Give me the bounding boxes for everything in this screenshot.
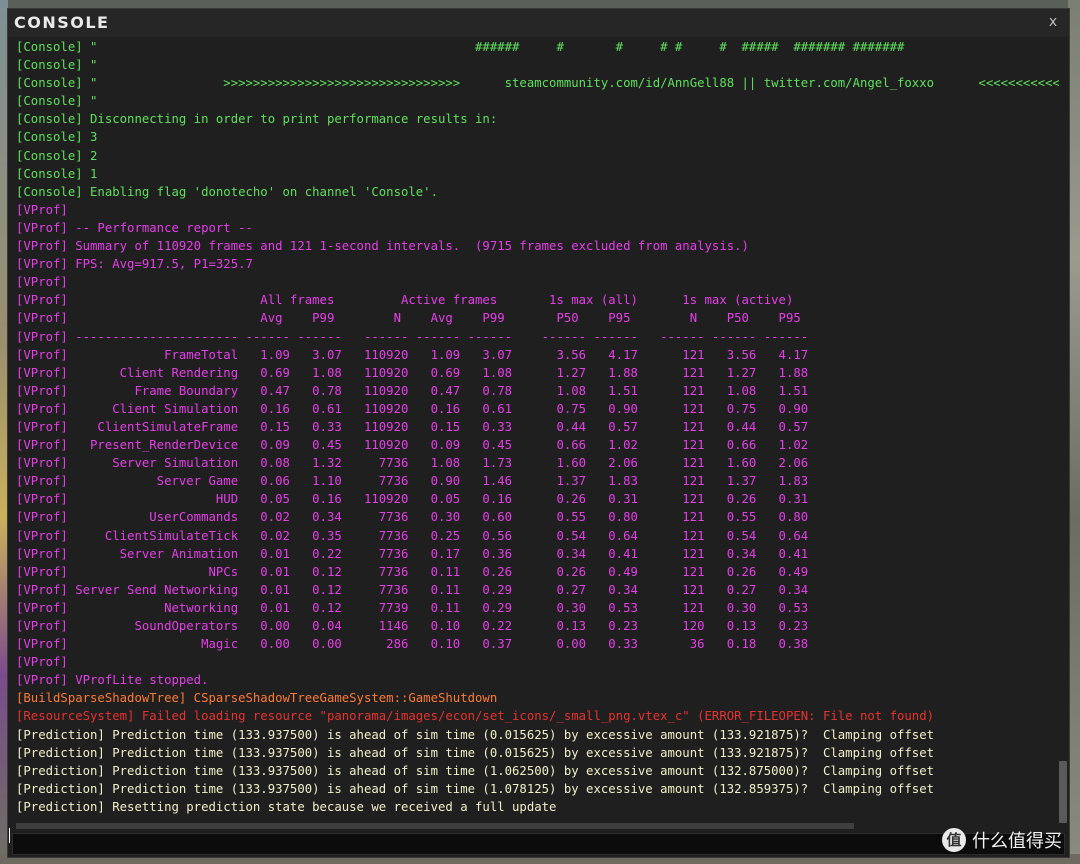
log-line: [VProf] Client Rendering 0.69 1.08 11092… <box>16 365 809 380</box>
log-line: [VProf] VProfLite stopped. <box>16 673 209 688</box>
log-line: [Prediction] Prediction time (133.937500… <box>16 727 935 742</box>
log-line: [VProf] FPS: Avg=917.5, P1=325.7 <box>16 257 253 272</box>
log-line: [VProf] Present_RenderDevice 0.09 0.45 1… <box>16 438 809 453</box>
log-line: [ResourceSystem] Failed loading resource… <box>16 709 935 724</box>
watermark: 值 什么值得买 <box>942 827 1062 853</box>
log-line: [VProf] Client Simulation 0.16 0.61 1109… <box>16 401 809 416</box>
log-line: [Console] 2 <box>16 148 98 163</box>
input-caret <box>9 828 10 843</box>
log-line: [VProf] Frame Boundary 0.47 0.78 110920 … <box>16 383 809 398</box>
log-line: [VProf] Server Simulation 0.08 1.32 7736… <box>16 456 809 471</box>
log-line: [VProf] <box>16 655 68 670</box>
window-title: CONSOLE <box>14 13 110 32</box>
log-line: [Console] Disconnecting in order to prin… <box>16 112 498 127</box>
log-line: [VProf] All frames Active frames 1s max … <box>16 293 794 308</box>
log-line: [Prediction] Prediction time (133.937500… <box>16 763 935 778</box>
log-line: [VProf] Server Send Networking 0.01 0.12… <box>16 582 809 597</box>
vertical-scrollbar-thumb[interactable] <box>1059 761 1067 823</box>
log-line: [Console] Enabling flag 'donotecho' on c… <box>16 184 438 199</box>
log-line: [Console] " >>>>>>>>>>>>>>>>>>>>>>>>>>>>… <box>16 76 1062 91</box>
log-line: [Prediction] Prediction time (133.937500… <box>16 745 935 760</box>
log-line: [VProf] <box>16 275 68 290</box>
log-line: [Prediction] Resetting prediction state … <box>16 799 557 814</box>
log-line: [VProf] ClientSimulateTick 0.02 0.35 773… <box>16 528 809 543</box>
log-line: [Console] " ###### # # # # # ##### #####… <box>16 40 905 54</box>
log-line: [VProf] -- Performance report -- <box>16 220 253 235</box>
log-line: [Console] 3 <box>16 130 98 145</box>
watermark-logo-icon: 值 <box>942 828 966 852</box>
log-line: [VProf] Networking 0.01 0.12 7739 0.11 0… <box>16 600 809 615</box>
log-line: [VProf] ---------------------- ------ --… <box>16 329 809 344</box>
title-bar[interactable]: CONSOLE x <box>8 9 1069 37</box>
log-line: [VProf] Avg P99 N Avg P99 P50 P95 N P50 … <box>16 311 801 326</box>
watermark-text: 什么值得买 <box>972 831 1062 852</box>
log-line: [VProf] Server Game 0.06 1.10 7736 0.90 … <box>16 474 809 489</box>
log-line: [VProf] FrameTotal 1.09 3.07 110920 1.09… <box>16 347 809 362</box>
console-command-input[interactable] <box>12 833 1065 855</box>
log-line: [VProf] Summary of 110920 frames and 121… <box>16 239 749 254</box>
log-line: [VProf] <box>16 202 68 217</box>
log-line: [VProf] Magic 0.00 0.00 286 0.10 0.37 0.… <box>16 637 809 652</box>
horizontal-scrollbar[interactable] <box>16 823 854 829</box>
log-line: [VProf] UserCommands 0.02 0.34 7736 0.30… <box>16 510 809 525</box>
log-line: [Console] 1 <box>16 166 98 181</box>
log-line: [Console] " <box>16 94 98 109</box>
log-line: [VProf] NPCs 0.01 0.12 7736 0.11 0.26 0.… <box>16 564 809 579</box>
log-line: [Prediction] Prediction time (133.937500… <box>16 781 935 796</box>
console-log[interactable]: [Console] " ###### # # # # # ##### #####… <box>16 38 1062 822</box>
log-line: [VProf] HUD 0.05 0.16 110920 0.05 0.16 0… <box>16 492 809 507</box>
log-line: [VProf] ClientSimulateFrame 0.15 0.33 11… <box>16 419 809 434</box>
log-line: [VProf] Server Animation 0.01 0.22 7736 … <box>16 546 809 561</box>
log-line: [Console] " <box>16 58 98 73</box>
log-line: [VProf] SoundOperators 0.00 0.04 1146 0.… <box>16 619 809 633</box>
console-window: CONSOLE x [Console] " ###### # # # # # #… <box>7 8 1070 858</box>
close-icon[interactable]: x <box>1045 13 1061 31</box>
log-line: [BuildSparseShadowTree] CSparseShadowTre… <box>16 691 498 706</box>
vertical-scrollbar[interactable] <box>1059 38 1067 826</box>
